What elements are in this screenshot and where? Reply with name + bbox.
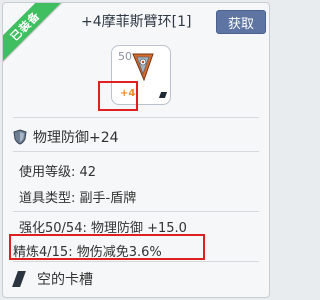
divider-bottom [13, 261, 259, 262]
use-level-text: 使用等级: 42 [19, 165, 97, 180]
armlet-icon [132, 53, 154, 82]
item-tooltip-panel: 已装备 +4摩菲斯臂环[1] 获取 50 +4 物理防御+24 使用等级: 42… [2, 2, 270, 298]
divider-lower [13, 211, 259, 212]
item-type-text: 道具类型: 副手-盾牌 [19, 191, 137, 206]
equipped-ribbon: 已装备 [3, 3, 67, 68]
divider-top [13, 117, 259, 118]
item-title: +4摩菲斯臂环[1] [81, 14, 192, 30]
card-slot-icon [12, 271, 26, 287]
card-slot-marker-icon [158, 92, 168, 98]
main-stat-row: 物理防御+24 [13, 127, 119, 147]
empty-card-slot: 空的卡槽 [12, 269, 93, 289]
divider-mid [13, 151, 259, 152]
shield-icon [13, 129, 27, 145]
refine-stat-highlight-box [9, 234, 205, 260]
equipped-ribbon-label: 已装备 [8, 9, 43, 44]
main-stat-label: 物理防御+24 [33, 130, 119, 146]
refine-highlight-box [98, 81, 138, 111]
get-button[interactable]: 获取 [216, 10, 266, 34]
empty-card-slot-label: 空的卡槽 [37, 272, 93, 288]
